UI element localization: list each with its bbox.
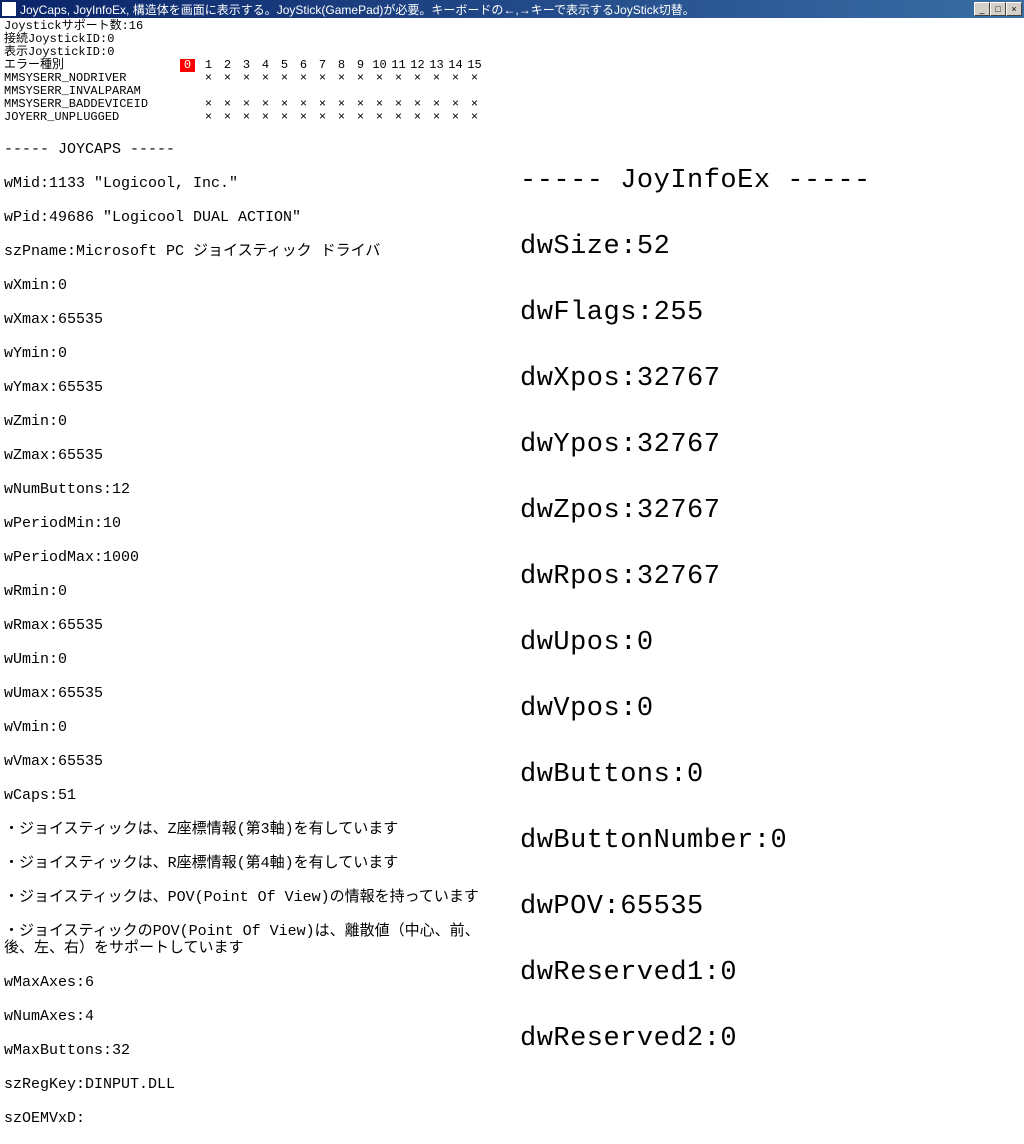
joycaps-wZmin: wZmin:0 bbox=[4, 413, 1024, 430]
joyinfoex-dwRpos: dwRpos:32767 bbox=[520, 561, 871, 594]
joyinfoex-dwPOV: dwPOV:65535 bbox=[520, 891, 871, 924]
joycaps-desc2: ・ジョイスティックは、R座標情報(第4軸)を有しています bbox=[4, 855, 504, 872]
error-mark: × bbox=[351, 72, 370, 85]
error-mark: × bbox=[446, 72, 465, 85]
error-mark: × bbox=[256, 111, 275, 124]
app-icon bbox=[2, 2, 16, 16]
joyinfoex-dwYpos: dwYpos:32767 bbox=[520, 429, 871, 462]
joycaps-wNumAxes: wNumAxes:4 bbox=[4, 1008, 1024, 1025]
joycaps-szRegKey: szRegKey:DINPUT.DLL bbox=[4, 1076, 1024, 1093]
error-mark: × bbox=[370, 72, 389, 85]
error-mark: × bbox=[199, 111, 218, 124]
joyinfoex-dwButtonNumber: dwButtonNumber:0 bbox=[520, 825, 871, 858]
joycaps-szOEMVxD: szOEMVxD: bbox=[4, 1110, 1024, 1127]
joycaps-wXmax: wXmax:65535 bbox=[4, 311, 1024, 328]
joycaps-wNumButtons: wNumButtons:12 bbox=[4, 481, 1024, 498]
joycaps-wUmin: wUmin:0 bbox=[4, 651, 1024, 668]
error-mark: × bbox=[351, 111, 370, 124]
error-mark: × bbox=[389, 72, 408, 85]
joyinfoex-dwReserved2: dwReserved2:0 bbox=[520, 1023, 871, 1056]
error-mark: × bbox=[332, 72, 351, 85]
joyinfoex-dwButtons: dwButtons:0 bbox=[520, 759, 871, 792]
error-row: MMSYSERR_NODRIVER××××××××××××××× bbox=[4, 72, 1024, 85]
joycaps-wUmax: wUmax:65535 bbox=[4, 685, 1024, 702]
error-mark: × bbox=[332, 111, 351, 124]
joycaps-wVmin: wVmin:0 bbox=[4, 719, 1024, 736]
error-mark: × bbox=[275, 72, 294, 85]
error-mark: × bbox=[389, 111, 408, 124]
window-title: JoyCaps, JoyInfoEx, 構造体を画面に表示する。JoyStick… bbox=[20, 1, 974, 18]
joycaps-wCaps: wCaps:51 bbox=[4, 787, 1024, 804]
joyinfoex-dwUpos: dwUpos:0 bbox=[520, 627, 871, 660]
joyinfoex-dwZpos: dwZpos:32767 bbox=[520, 495, 871, 528]
error-row: MMSYSERR_BADDEVICEID××××××××××××××× bbox=[4, 98, 1024, 111]
joycaps-desc1: ・ジョイスティックは、Z座標情報(第3軸)を有しています bbox=[4, 821, 504, 838]
error-mark: × bbox=[256, 72, 275, 85]
joycaps-szPname: szPname:Microsoft PC ジョイスティック ドライバ bbox=[4, 243, 1024, 260]
joyinfoex-dwReserved1: dwReserved1:0 bbox=[520, 957, 871, 990]
error-mark: × bbox=[427, 72, 446, 85]
error-mark: × bbox=[408, 72, 427, 85]
error-mark: × bbox=[294, 72, 313, 85]
error-mark: × bbox=[465, 72, 484, 85]
error-mark: × bbox=[218, 111, 237, 124]
joyinfoex-heading: ----- JoyInfoEx ----- bbox=[520, 165, 871, 198]
error-mark: × bbox=[446, 111, 465, 124]
error-mark: × bbox=[237, 111, 256, 124]
joycaps-wVmax: wVmax:65535 bbox=[4, 753, 1024, 770]
joycaps-wYmin: wYmin:0 bbox=[4, 345, 1024, 362]
window-titlebar: JoyCaps, JoyInfoEx, 構造体を画面に表示する。JoyStick… bbox=[0, 0, 1024, 18]
close-button[interactable]: × bbox=[1006, 2, 1022, 16]
joycaps-wMaxAxes: wMaxAxes:6 bbox=[4, 974, 1024, 991]
error-row: MMSYSERR_INVALPARAM bbox=[4, 85, 1024, 98]
error-col-header: 0 bbox=[180, 59, 195, 72]
error-table: エラー種別0123456789101112131415 MMSYSERR_NOD… bbox=[0, 59, 1024, 124]
joycaps-wRmax: wRmax:65535 bbox=[4, 617, 1024, 634]
client-area: Joystickサポート数:16 接続JoystickID:0 表示Joysti… bbox=[0, 18, 1024, 768]
joycaps-wPid: wPid:49686 "Logicool DUAL ACTION" bbox=[4, 209, 1024, 226]
joycaps-desc3: ・ジョイスティックは、POV(Point Of View)の情報を持っています bbox=[4, 889, 504, 906]
joyinfoex-dwFlags: dwFlags:255 bbox=[520, 297, 871, 330]
joycaps-wPeriodMax: wPeriodMax:1000 bbox=[4, 549, 1024, 566]
joycaps-wPeriodMin: wPeriodMin:10 bbox=[4, 515, 1024, 532]
joycaps-heading: ----- JOYCAPS ----- bbox=[4, 141, 1024, 158]
window-buttons: _ □ × bbox=[974, 2, 1022, 16]
connected-joystick-id: 接続JoystickID:0 bbox=[4, 33, 1020, 46]
joycaps-wZmax: wZmax:65535 bbox=[4, 447, 1024, 464]
display-joystick-id: 表示JoystickID:0 bbox=[4, 46, 1020, 59]
top-info: Joystickサポート数:16 接続JoystickID:0 表示Joysti… bbox=[0, 18, 1024, 59]
error-mark: × bbox=[313, 111, 332, 124]
joycaps-wMaxButtons: wMaxButtons:32 bbox=[4, 1042, 1024, 1059]
joycaps-wRmin: wRmin:0 bbox=[4, 583, 1024, 600]
error-header-row: エラー種別0123456789101112131415 bbox=[4, 59, 1024, 72]
joycaps-wYmax: wYmax:65535 bbox=[4, 379, 1024, 396]
error-mark: × bbox=[408, 111, 427, 124]
error-mark: × bbox=[237, 72, 256, 85]
joystick-support-count: Joystickサポート数:16 bbox=[4, 20, 1020, 33]
joycaps-desc4: ・ジョイスティックのPOV(Point Of View)は、離散値（中心、前、後… bbox=[4, 923, 504, 957]
error-mark: × bbox=[275, 111, 294, 124]
maximize-button[interactable]: □ bbox=[990, 2, 1006, 16]
joyinfoex-dwVpos: dwVpos:0 bbox=[520, 693, 871, 726]
error-mark: × bbox=[465, 111, 484, 124]
minimize-button[interactable]: _ bbox=[974, 2, 990, 16]
error-mark: × bbox=[313, 72, 332, 85]
joyinfoex-dwXpos: dwXpos:32767 bbox=[520, 363, 871, 396]
joycaps-wXmin: wXmin:0 bbox=[4, 277, 1024, 294]
error-mark: × bbox=[199, 72, 218, 85]
error-row: JOYERR_UNPLUGGED××××××××××××××× bbox=[4, 111, 1024, 124]
joyinfoex-block: ----- JoyInfoEx ----- dwSize:52 dwFlags:… bbox=[520, 132, 871, 1089]
error-mark: × bbox=[427, 111, 446, 124]
error-mark: × bbox=[218, 72, 237, 85]
error-mark: × bbox=[370, 111, 389, 124]
error-row-label: JOYERR_UNPLUGGED bbox=[4, 111, 180, 124]
joycaps-wMid: wMid:1133 "Logicool, Inc." bbox=[4, 175, 1024, 192]
error-mark: × bbox=[294, 111, 313, 124]
joyinfoex-dwSize: dwSize:52 bbox=[520, 231, 871, 264]
